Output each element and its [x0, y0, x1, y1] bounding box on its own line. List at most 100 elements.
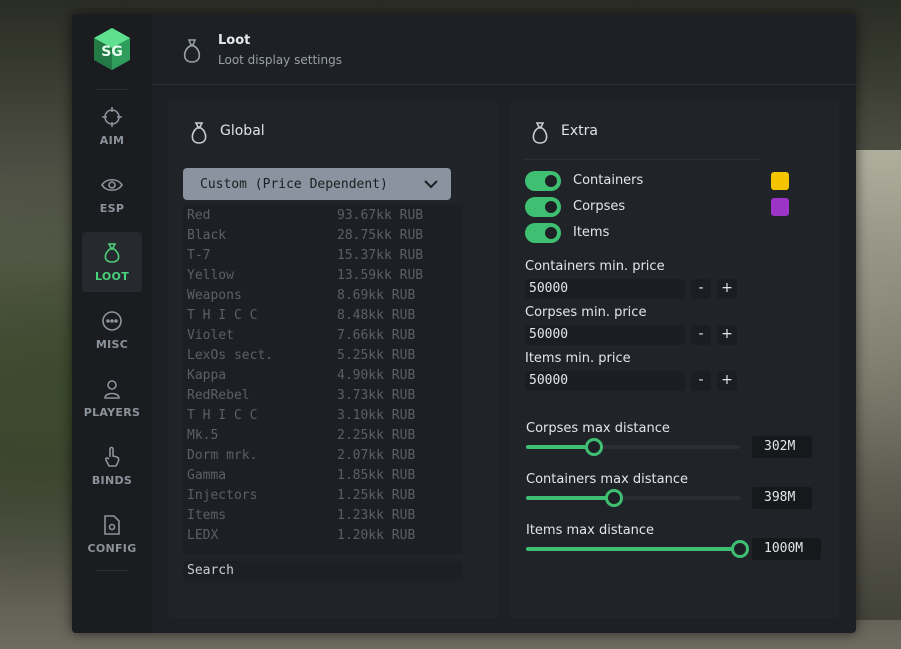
- sidebar-item-label: BINDS: [91, 473, 133, 487]
- item-price: 8.48kk RUB: [337, 308, 416, 323]
- list-item[interactable]: Injectors 1.25kk RUB: [183, 486, 463, 506]
- sidebar-item-esp[interactable]: ESP: [82, 164, 142, 224]
- list-item[interactable]: Dorm mrk. 2.07kk RUB: [183, 446, 463, 466]
- sidebar-item-misc[interactable]: MISC: [82, 300, 142, 360]
- toggle-knob: [545, 201, 557, 213]
- item-price: 1.25kk RUB: [337, 488, 416, 503]
- containers-price-increment-button[interactable]: +: [717, 279, 737, 299]
- list-item[interactable]: Yellow 13.59kk RUB: [183, 266, 463, 286]
- value-text: 302M: [764, 439, 796, 454]
- item-name: Black: [187, 228, 227, 243]
- list-item[interactable]: LEDX 1.20kk RUB: [183, 526, 463, 546]
- list-item[interactable]: Red 93.67kk RUB: [183, 206, 463, 226]
- loot-mode-dropdown[interactable]: Custom (Price Dependent): [183, 168, 451, 200]
- item-price: 5.25kk RUB: [337, 348, 416, 363]
- sidebar-item-aim[interactable]: AIM: [82, 96, 142, 156]
- user-icon: [104, 379, 120, 399]
- list-item[interactable]: RedRebel 3.73kk RUB: [183, 386, 463, 406]
- item-name: T-7: [187, 248, 211, 263]
- toggle-knob: [545, 227, 557, 239]
- panel-divider: [524, 159, 760, 160]
- containers-distance-value: 398M: [752, 487, 812, 509]
- logo-icon: SG: [94, 28, 130, 70]
- list-item[interactable]: Mk.5 2.25kk RUB: [183, 426, 463, 446]
- item-name: Injectors: [187, 488, 258, 503]
- items-distance-value: 1000M: [752, 538, 821, 560]
- item-name: Mk.5: [187, 428, 219, 443]
- slider-fill: [526, 445, 595, 449]
- containers-color-swatch[interactable]: [771, 172, 789, 190]
- item-price: 2.07kk RUB: [337, 448, 416, 463]
- items-distance-slider[interactable]: [526, 540, 749, 558]
- containers-min-price-label: Containers min. price: [525, 259, 665, 274]
- list-item[interactable]: T H I C C 8.48kk RUB: [183, 306, 463, 326]
- slider-fill: [526, 496, 614, 500]
- list-item[interactable]: Weapons 8.69kk RUB: [183, 286, 463, 306]
- items-min-price-input[interactable]: 50000: [525, 371, 685, 391]
- item-price: 1.23kk RUB: [337, 508, 416, 523]
- corpses-color-swatch[interactable]: [771, 198, 789, 216]
- item-price: 1.20kk RUB: [337, 528, 416, 543]
- crosshair-icon: [102, 106, 122, 127]
- dropdown-value: Custom (Price Dependent): [200, 177, 388, 192]
- sidebar-item-label: LOOT: [94, 269, 130, 283]
- sidebar-item-loot[interactable]: LOOT: [82, 232, 142, 292]
- sidebar-item-label: PLAYERS: [83, 405, 141, 419]
- corpses-toggle[interactable]: [525, 197, 561, 217]
- page-title: Loot: [218, 33, 251, 48]
- sidebar-item-config[interactable]: CONFIG: [82, 504, 142, 564]
- containers-distance-slider[interactable]: [526, 489, 740, 507]
- item-name: Kappa: [187, 368, 227, 383]
- toggle-knob: [545, 175, 557, 187]
- list-item[interactable]: LexOs sect. 5.25kk RUB: [183, 346, 463, 366]
- item-name: Items: [187, 508, 227, 523]
- list-item[interactable]: Black 28.75kk RUB: [183, 226, 463, 246]
- items-toggle[interactable]: [525, 223, 561, 243]
- corpses-price-decrement-button[interactable]: -: [691, 325, 711, 345]
- loot-bag-icon: [191, 122, 207, 144]
- panel-title: Global: [220, 123, 265, 139]
- slider-handle[interactable]: [604, 489, 623, 507]
- items-min-price-label: Items min. price: [525, 351, 631, 366]
- item-name: Weapons: [187, 288, 242, 303]
- corpses-min-price-label: Corpses min. price: [525, 305, 647, 320]
- loot-bag-icon: [104, 242, 120, 263]
- background-scene: [856, 150, 901, 620]
- corpses-toggle-row: Corpses: [525, 197, 795, 217]
- loot-bag-icon: [532, 122, 548, 144]
- containers-min-price-input[interactable]: 50000: [525, 279, 685, 299]
- loot-list[interactable]: Red 93.67kk RUB Black 28.75kk RUB T-7 15.37…: [183, 204, 463, 554]
- sidebar-item-label: MISC: [95, 337, 129, 351]
- corpses-distance-slider[interactable]: [526, 438, 740, 456]
- list-item[interactable]: T-7 15.37kk RUB: [183, 246, 463, 266]
- config-file-icon: [104, 514, 120, 535]
- containers-toggle[interactable]: [525, 171, 561, 191]
- corpses-min-price-input[interactable]: 50000: [525, 325, 685, 345]
- item-price: 7.66kk RUB: [337, 328, 416, 343]
- list-item[interactable]: T H I C C 3.10kk RUB: [183, 406, 463, 426]
- item-price: 4.90kk RUB: [337, 368, 416, 383]
- toggle-label: Corpses: [573, 199, 626, 214]
- items-distance-label: Items max distance: [526, 523, 655, 538]
- sidebar-item-binds[interactable]: BINDS: [82, 436, 142, 496]
- corpses-price-increment-button[interactable]: +: [717, 325, 737, 345]
- list-item[interactable]: Items 1.23kk RUB: [183, 506, 463, 526]
- item-price: 2.25kk RUB: [337, 428, 416, 443]
- items-price-decrement-button[interactable]: -: [691, 371, 711, 391]
- list-item[interactable]: Kappa 4.90kk RUB: [183, 366, 463, 386]
- containers-price-decrement-button[interactable]: -: [691, 279, 711, 299]
- toggle-label: Items: [573, 225, 610, 240]
- svg-text:SG: SG: [101, 44, 123, 60]
- search-input[interactable]: Search: [183, 561, 463, 581]
- slider-handle[interactable]: [731, 540, 749, 558]
- list-item[interactable]: Violet 7.66kk RUB: [183, 326, 463, 346]
- slider-handle[interactable]: [585, 438, 604, 456]
- item-name: T H I C C: [187, 408, 258, 423]
- item-name: T H I C C: [187, 308, 258, 323]
- item-name: Gamma: [187, 468, 227, 483]
- items-price-increment-button[interactable]: +: [717, 371, 737, 391]
- sidebar-item-players[interactable]: PLAYERS: [82, 368, 142, 428]
- list-item[interactable]: Gamma 1.85kk RUB: [183, 466, 463, 486]
- sidebar-divider: [96, 570, 128, 571]
- page-header: Loot Loot display settings: [152, 14, 856, 85]
